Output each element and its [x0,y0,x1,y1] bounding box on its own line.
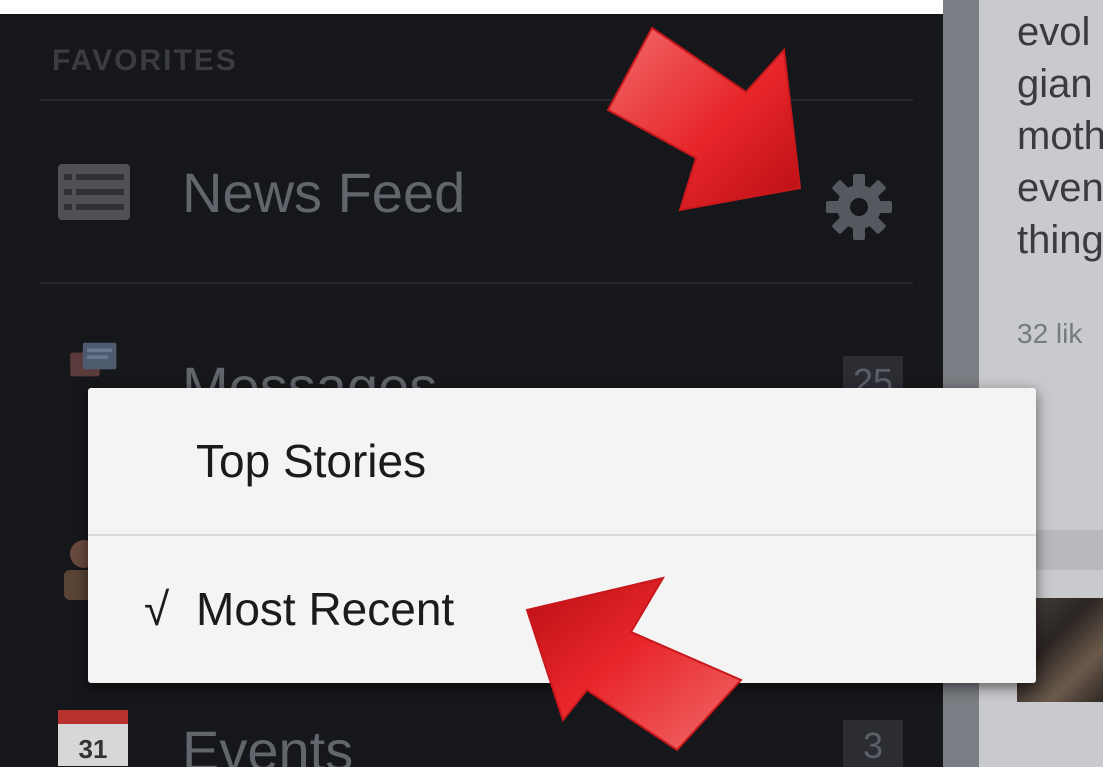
annotation-arrow-to-most-recent [525,576,743,752]
post-text-line: gian [1017,62,1093,106]
sidebar-item-events[interactable]: 31 Events 3 [0,674,943,767]
sidebar-item-label: Events [182,719,354,767]
event-count-badge: 3 [843,720,903,767]
divider [40,282,913,284]
gear-icon[interactable] [822,170,896,244]
annotation-arrow-to-gear [606,26,802,212]
post-text-line: thing [1017,218,1103,262]
post-text-line: evol [1017,10,1091,54]
checkmark-icon: √ [144,583,170,635]
post-text-line: even [1017,166,1103,210]
calendar-icon: 31 [58,710,128,766]
news-feed-icon [58,164,130,220]
menu-item-label: Most Recent [196,583,455,635]
calendar-icon-date: 31 [79,734,108,764]
section-header-favorites: FAVORITES [52,44,238,77]
menu-item-label: Top Stories [196,435,427,487]
post-likes-count[interactable]: 32 lik [1017,318,1082,350]
menu-item-top-stories[interactable]: Top Stories [88,388,1036,534]
post-text-line: moth [1017,114,1103,158]
sidebar-item-label: News Feed [182,161,466,224]
